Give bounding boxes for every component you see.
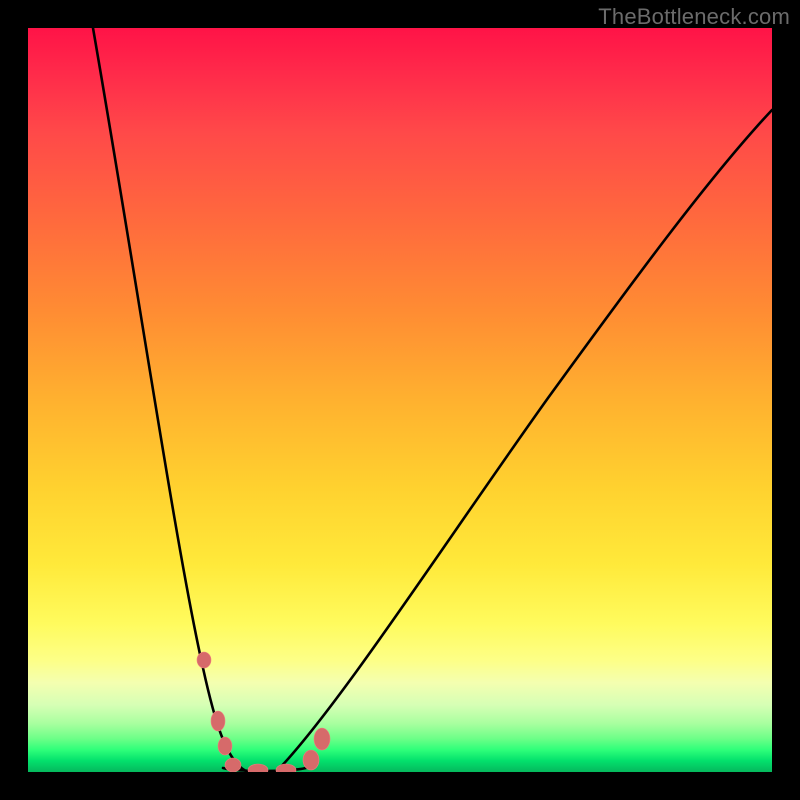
data-marker — [218, 737, 232, 755]
data-marker — [314, 728, 330, 750]
data-marker — [303, 750, 319, 770]
watermark-text: TheBottleneck.com — [598, 4, 790, 30]
data-marker — [248, 764, 268, 772]
plot-area — [28, 28, 772, 772]
data-marker — [197, 652, 211, 668]
data-marker — [276, 764, 296, 772]
data-marker — [211, 711, 225, 731]
curve-right-branch — [276, 110, 772, 772]
curve-layer — [28, 28, 772, 772]
data-marker — [225, 758, 241, 772]
chart-stage: TheBottleneck.com — [0, 0, 800, 800]
curve-left-branch — [93, 28, 248, 772]
